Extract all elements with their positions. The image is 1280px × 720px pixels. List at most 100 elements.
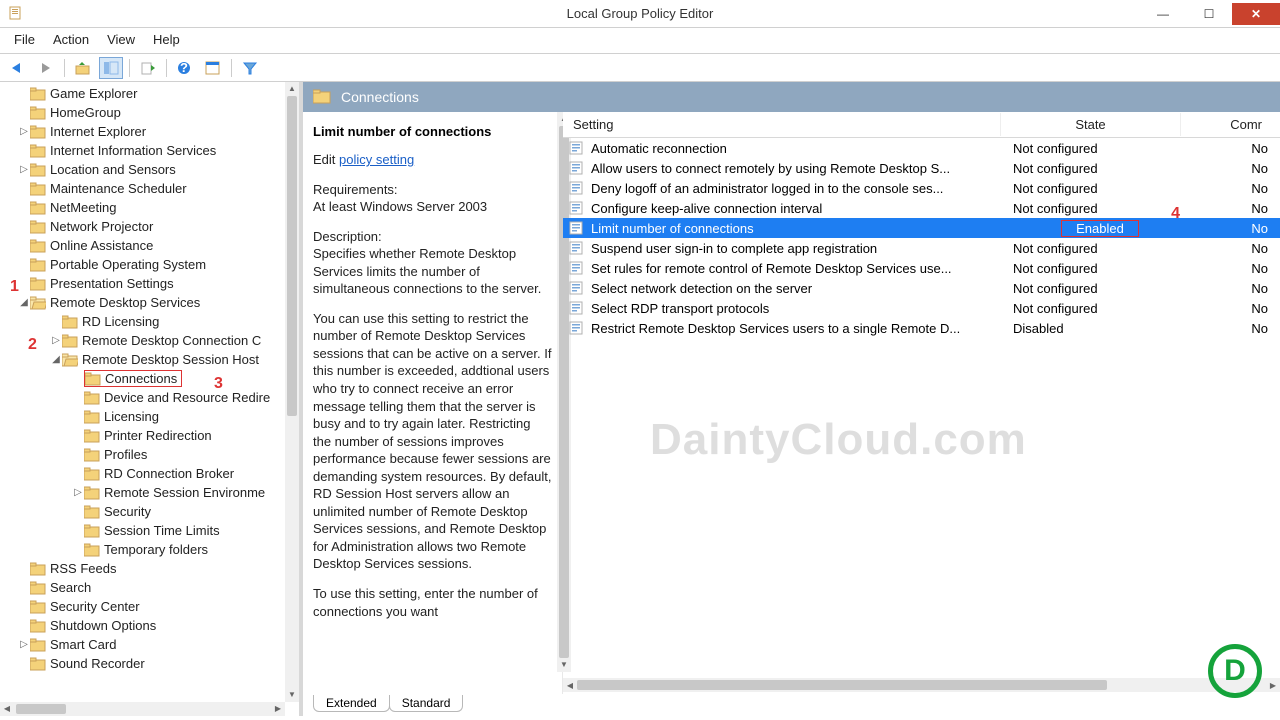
tree-item[interactable]: Sound Recorder xyxy=(0,654,285,673)
tree-item[interactable]: Maintenance Scheduler xyxy=(0,179,285,198)
minimize-button[interactable]: — xyxy=(1140,3,1186,25)
back-button[interactable] xyxy=(6,57,30,79)
tree-item[interactable]: Device and Resource Redire xyxy=(0,388,285,407)
setting-icon xyxy=(569,261,585,275)
tab-standard[interactable]: Standard xyxy=(389,695,464,712)
tree-item[interactable]: Printer Redirection xyxy=(0,426,285,445)
tree-item[interactable]: Profiles xyxy=(0,445,285,464)
tree-item[interactable]: ◢Remote Desktop Session Host xyxy=(0,350,285,369)
grid-row[interactable]: Select network detection on the serverNo… xyxy=(563,278,1280,298)
grid-row[interactable]: Suspend user sign-in to complete app reg… xyxy=(563,238,1280,258)
tree-item[interactable]: Security Center xyxy=(0,597,285,616)
tree-item[interactable]: ▷Smart Card xyxy=(0,635,285,654)
expand-icon[interactable]: ▷ xyxy=(72,487,84,498)
tab-extended[interactable]: Extended xyxy=(313,695,390,712)
folder-icon xyxy=(84,391,100,405)
tree[interactable]: Game ExplorerHomeGroup ▷ Internet Explorer… xyxy=(0,82,285,702)
tree-item[interactable]: Network Projector xyxy=(0,217,285,236)
expand-icon[interactable]: ◢ xyxy=(18,297,30,308)
folder-icon xyxy=(84,524,100,538)
up-button[interactable] xyxy=(71,57,95,79)
tree-item[interactable]: NetMeeting xyxy=(0,198,285,217)
callout-3: 3 xyxy=(214,375,223,393)
tree-item-label: Session Time Limits xyxy=(104,523,220,538)
grid-row[interactable]: Select RDP transport protocolsNot config… xyxy=(563,298,1280,318)
grid-row[interactable]: Restrict Remote Desktop Services users t… xyxy=(563,318,1280,338)
folder-icon xyxy=(62,315,78,329)
tree-item[interactable]: Temporary folders xyxy=(0,540,285,559)
help-icon[interactable]: ? xyxy=(173,57,197,79)
grid-row[interactable]: Allow users to connect remotely by using… xyxy=(563,158,1280,178)
tree-item[interactable]: Presentation Settings xyxy=(0,274,285,293)
menu-view[interactable]: View xyxy=(107,32,135,47)
expand-icon[interactable]: ▷ xyxy=(18,639,30,650)
description-pane: Limit number of connections Edit policy … xyxy=(303,112,563,694)
tree-item[interactable]: Search xyxy=(0,578,285,597)
tree-item-label: Device and Resource Redire xyxy=(104,390,270,405)
edit-label: Edit xyxy=(313,152,335,167)
maximize-button[interactable]: ☐ xyxy=(1186,3,1232,25)
tree-item-label: Remote Session Environme xyxy=(104,485,265,500)
tree-item[interactable]: Security xyxy=(0,502,285,521)
tree-item[interactable]: ▷Remote Desktop Connection C xyxy=(0,331,285,350)
grid-row[interactable]: Deny logoff of an administrator logged i… xyxy=(563,178,1280,198)
tree-item[interactable]: Shutdown Options xyxy=(0,616,285,635)
tree-item-label: Remote Desktop Services xyxy=(50,295,200,310)
filter-icon[interactable] xyxy=(238,57,262,79)
expand-icon[interactable]: ▷ xyxy=(50,335,62,346)
cell-state: Not configured xyxy=(1007,301,1187,316)
forward-button[interactable] xyxy=(34,57,58,79)
cell-setting: Suspend user sign-in to complete app reg… xyxy=(591,241,1007,256)
export-button[interactable] xyxy=(136,57,160,79)
tree-item-label: Internet Explorer xyxy=(50,124,146,139)
tree-item[interactable]: Online Assistance xyxy=(0,236,285,255)
col-comment[interactable]: Comr xyxy=(1181,113,1280,136)
tree-item[interactable]: RD Licensing xyxy=(0,312,285,331)
expand-icon[interactable]: ◢ xyxy=(50,354,62,365)
tree-item-label: RD Licensing xyxy=(82,314,159,329)
setting-icon xyxy=(569,141,585,155)
tree-item[interactable]: RSS Feeds xyxy=(0,559,285,578)
tree-item-label: Security xyxy=(104,504,151,519)
grid-row[interactable]: Set rules for remote control of Remote D… xyxy=(563,258,1280,278)
tree-item[interactable]: ▷Location and Sensors xyxy=(0,160,285,179)
tree-item[interactable]: ◢ Remote Desktop Services xyxy=(0,293,285,312)
menu-action[interactable]: Action xyxy=(53,32,89,47)
policy-setting-link[interactable]: policy setting xyxy=(339,152,414,167)
cell-state: Not configured xyxy=(1007,141,1187,156)
menu-file[interactable]: File xyxy=(14,32,35,47)
right-pane: Connections Limit number of connections … xyxy=(303,82,1280,716)
properties-button[interactable] xyxy=(201,57,225,79)
callout-4: 4 xyxy=(1171,205,1180,223)
grid-hscroll[interactable]: ◀▶ xyxy=(563,678,1280,692)
folder-icon xyxy=(30,163,46,177)
tree-item[interactable]: Portable Operating System xyxy=(0,255,285,274)
tree-item[interactable]: Game Explorer xyxy=(0,84,285,103)
grid-row[interactable]: Automatic reconnectionNot configuredNo xyxy=(563,138,1280,158)
tree-item[interactable]: Licensing xyxy=(0,407,285,426)
tree-item-label: Temporary folders xyxy=(104,542,208,557)
tree-item[interactable]: Internet Information Services xyxy=(0,141,285,160)
folder-icon xyxy=(84,410,100,424)
col-state[interactable]: State xyxy=(1001,113,1181,136)
grid-header[interactable]: Setting State Comr xyxy=(563,112,1280,138)
expand-icon[interactable]: ▷ xyxy=(18,164,30,175)
tree-item[interactable]: Connections xyxy=(0,369,285,388)
show-tree-button[interactable] xyxy=(99,57,123,79)
tree-item[interactable]: ▷ Internet Explorer xyxy=(0,122,285,141)
tree-vscroll[interactable]: ▲▼ xyxy=(285,82,299,702)
tree-hscroll[interactable]: ◀▶ xyxy=(0,702,285,716)
tree-item-label: Internet Information Services xyxy=(50,143,216,158)
content-title: Connections xyxy=(341,89,419,105)
expand-icon[interactable]: ▷ xyxy=(18,126,30,137)
tree-item[interactable]: Session Time Limits xyxy=(0,521,285,540)
tree-item[interactable]: RD Connection Broker xyxy=(0,464,285,483)
tree-item[interactable]: ▷ Remote Session Environme xyxy=(0,483,285,502)
folder-icon xyxy=(313,89,331,105)
tree-item[interactable]: HomeGroup xyxy=(0,103,285,122)
titlebar: Local Group Policy Editor — ☐ ✕ xyxy=(0,0,1280,28)
close-button[interactable]: ✕ xyxy=(1232,3,1280,25)
menu-help[interactable]: Help xyxy=(153,32,180,47)
col-setting[interactable]: Setting xyxy=(563,113,1001,136)
cell-state: Disabled xyxy=(1007,321,1187,336)
